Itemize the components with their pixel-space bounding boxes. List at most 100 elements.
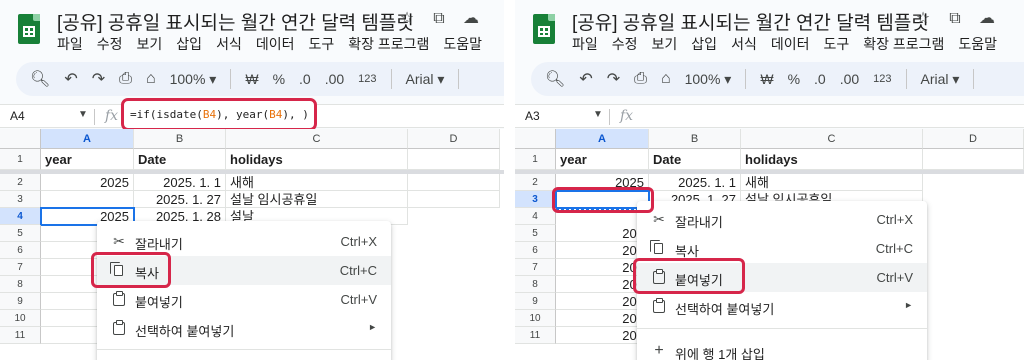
row-header-6[interactable]: 6 xyxy=(0,242,41,259)
menu-format[interactable]: 서식 xyxy=(216,34,242,54)
number-format-button[interactable]: 123 xyxy=(358,73,376,85)
menu-item-paste[interactable]: 붙여넣기 Ctrl+V xyxy=(97,285,391,314)
zoom-select[interactable]: 100% ▾ xyxy=(685,71,732,88)
menu-edit[interactable]: 수정 xyxy=(612,34,638,54)
formula-input-highlight[interactable]: =if(isdate(B4), year(B4), ) xyxy=(121,98,317,131)
decrease-decimal-button[interactable]: .0 xyxy=(299,71,311,87)
row-header-2[interactable]: 2 xyxy=(0,174,41,191)
menu-insert[interactable]: 삽입 xyxy=(691,34,717,54)
document-title[interactable]: [공유] 공휴일 표시되는 월간 연간 달력 템플릿 xyxy=(57,8,414,35)
row-header-2[interactable]: 2 xyxy=(515,174,556,191)
cell-a1[interactable]: year xyxy=(41,149,134,170)
font-select[interactable]: Arial ▾ xyxy=(406,71,445,88)
row-header-4[interactable]: 4 xyxy=(515,208,556,225)
column-header-c[interactable]: C xyxy=(226,129,408,149)
print-icon[interactable]: ⎙ xyxy=(634,70,647,88)
undo-icon[interactable]: ↶ xyxy=(64,69,77,89)
row-header-3[interactable]: 3 xyxy=(515,191,556,208)
percent-format-button[interactable]: % xyxy=(788,71,800,87)
cloud-status-icon[interactable]: ☁ xyxy=(977,9,997,29)
row-header-1[interactable]: 1 xyxy=(0,149,41,170)
select-all-corner[interactable] xyxy=(0,129,41,149)
cell-a6[interactable]: 202 xyxy=(556,242,649,259)
percent-format-button[interactable]: % xyxy=(273,71,285,87)
undo-icon[interactable]: ↶ xyxy=(579,69,592,89)
row-header-5[interactable]: 5 xyxy=(515,225,556,242)
cell-b3[interactable]: 2025. 1. 27 xyxy=(134,191,226,208)
sheet-grid[interactable]: A B C D 1 year Date holidays 2 2025 2025… xyxy=(515,129,1024,360)
cell-a9[interactable]: 202 xyxy=(556,293,649,310)
row-header-4[interactable]: 4 xyxy=(0,208,41,225)
column-header-a[interactable]: A xyxy=(556,129,649,149)
currency-format-button[interactable]: ₩ xyxy=(760,71,773,87)
print-icon[interactable]: ⎙ xyxy=(119,70,132,88)
row-header-10[interactable]: 10 xyxy=(0,310,41,327)
move-folder-icon[interactable]: ⧉ xyxy=(945,9,965,29)
chevron-down-icon[interactable]: ▼ xyxy=(593,109,603,120)
number-format-button[interactable]: 123 xyxy=(873,73,891,85)
sheets-logo-icon[interactable] xyxy=(18,14,40,44)
menu-file[interactable]: 파일 xyxy=(572,34,598,54)
row-header-6[interactable]: 6 xyxy=(515,242,556,259)
paint-format-icon[interactable]: ⌂ xyxy=(146,70,156,88)
cell-b2[interactable]: 2025. 1. 1 xyxy=(134,174,226,191)
menu-edit[interactable]: 수정 xyxy=(97,34,123,54)
cell-a1[interactable]: year xyxy=(556,149,649,170)
row-header-5[interactable]: 5 xyxy=(0,225,41,242)
cell-a5[interactable]: 202 xyxy=(556,225,649,242)
currency-format-button[interactable]: ₩ xyxy=(245,71,258,87)
cell-a3[interactable] xyxy=(41,191,134,208)
row-header-10[interactable]: 10 xyxy=(515,310,556,327)
select-all-corner[interactable] xyxy=(515,129,556,149)
cell-a11[interactable]: 202 xyxy=(556,327,649,344)
move-folder-icon[interactable]: ⧉ xyxy=(429,9,449,29)
cell-b2[interactable]: 2025. 1. 1 xyxy=(649,174,741,191)
name-box[interactable]: A3 xyxy=(525,109,540,123)
search-menus-icon[interactable]: 🔍︎ xyxy=(545,69,565,89)
menu-data[interactable]: 데이터 xyxy=(256,34,295,54)
font-select[interactable]: Arial ▾ xyxy=(921,71,960,88)
column-header-b[interactable]: B xyxy=(134,129,226,149)
star-icon[interactable]: ☆ xyxy=(397,9,417,29)
increase-decimal-button[interactable]: .00 xyxy=(325,71,344,87)
menu-extensions[interactable]: 확장 프로그램 xyxy=(863,34,944,54)
row-header-8[interactable]: 8 xyxy=(0,276,41,293)
menu-extensions[interactable]: 확장 프로그램 xyxy=(348,34,429,54)
document-title[interactable]: [공유] 공휴일 표시되는 월간 연간 달력 템플릿 xyxy=(572,8,929,35)
menu-item-cut[interactable]: ✂ 잘라내기 Ctrl+X xyxy=(637,205,927,234)
sheets-logo-icon[interactable] xyxy=(533,14,555,44)
menu-tools[interactable]: 도구 xyxy=(308,34,334,54)
column-header-d[interactable]: D xyxy=(408,129,500,149)
row-header-7[interactable]: 7 xyxy=(515,259,556,276)
redo-icon[interactable]: ↷ xyxy=(92,69,105,89)
formula-input[interactable]: =if(isdate(B4), year(B4), ) xyxy=(130,108,309,121)
menu-item-insert-row-above[interactable]: + 위에 행 1개 삽입 xyxy=(637,337,927,360)
cell-c3[interactable]: 설날 임시공휴일 xyxy=(226,191,408,208)
menu-item-paste-special[interactable]: 선택하여 붙여넣기 ► xyxy=(97,314,391,343)
row-header-1[interactable]: 1 xyxy=(515,149,556,170)
search-menus-icon[interactable]: 🔍︎ xyxy=(30,69,50,89)
cloud-status-icon[interactable]: ☁ xyxy=(461,9,481,29)
row-header-7[interactable]: 7 xyxy=(0,259,41,276)
row-header-11[interactable]: 11 xyxy=(0,327,41,344)
menu-format[interactable]: 서식 xyxy=(731,34,757,54)
cell-c2[interactable]: 새해 xyxy=(226,174,408,191)
column-header-c[interactable]: C xyxy=(741,129,923,149)
cell-a2[interactable]: 2025 xyxy=(41,174,134,191)
row-header-9[interactable]: 9 xyxy=(515,293,556,310)
menu-help[interactable]: 도움말 xyxy=(958,34,997,54)
redo-icon[interactable]: ↷ xyxy=(607,69,620,89)
row-header-8[interactable]: 8 xyxy=(515,276,556,293)
menu-view[interactable]: 보기 xyxy=(652,34,678,54)
menu-tools[interactable]: 도구 xyxy=(823,34,849,54)
paint-format-icon[interactable]: ⌂ xyxy=(661,70,671,88)
row-header-3[interactable]: 3 xyxy=(0,191,41,208)
column-header-d[interactable]: D xyxy=(923,129,1024,149)
row-header-11[interactable]: 11 xyxy=(515,327,556,344)
column-header-a[interactable]: A xyxy=(41,129,134,149)
cell-c2[interactable]: 새해 xyxy=(741,174,923,191)
menu-help[interactable]: 도움말 xyxy=(443,34,482,54)
zoom-select[interactable]: 100% ▾ xyxy=(170,71,217,88)
cell-d1[interactable] xyxy=(408,149,500,170)
star-icon[interactable]: ☆ xyxy=(913,9,933,29)
